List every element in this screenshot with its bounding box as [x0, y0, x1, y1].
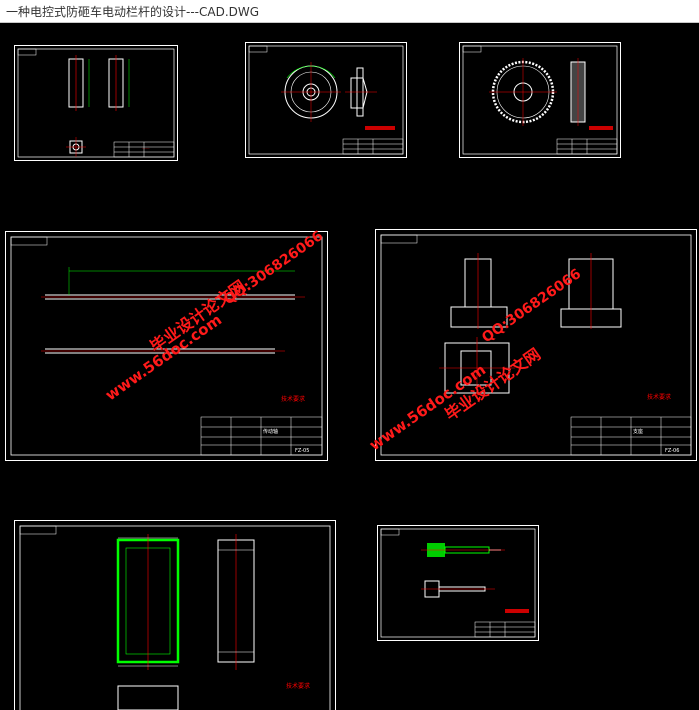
drawing-sheet-3[interactable]	[459, 42, 621, 158]
drawing-sheet-2[interactable]	[245, 42, 407, 158]
sheet-4-code: FZ-05	[295, 448, 309, 454]
drawing-sheet-6[interactable]: 技术要求	[14, 520, 336, 710]
sheet-4-drawing: 传动轴 FZ-05 技术要求	[5, 231, 328, 461]
sheet-5-tech-note: 技术要求	[647, 393, 671, 401]
sheet-6-drawing: 技术要求	[14, 520, 336, 710]
sheet-3-drawing	[459, 42, 621, 158]
sheet-4-tech-note: 技术要求	[281, 395, 305, 403]
window-title-bar: 一种电控式防砸车电动栏杆的设计---CAD.DWG	[0, 0, 699, 23]
drawing-sheet-5[interactable]: 支座 FZ-06 技术要求	[375, 229, 697, 461]
cad-drawing-canvas[interactable]: _____ 传动轴 FZ-05 技术要求 支座 FZ-06 技术要求 技术要求 …	[0, 23, 699, 710]
sheet-4-part-name: 传动轴	[263, 428, 278, 435]
sheet-5-part-name: 支座	[633, 428, 643, 435]
sheet-1-drawing: _____	[14, 45, 178, 161]
drawing-sheet-1[interactable]: _____	[14, 45, 178, 161]
sheet-5-code: FZ-06	[665, 448, 679, 454]
window-title: 一种电控式防砸车电动栏杆的设计---CAD.DWG	[6, 5, 260, 19]
drawing-sheet-4[interactable]: 传动轴 FZ-05 技术要求	[5, 231, 328, 461]
drawing-sheet-7[interactable]	[377, 525, 539, 641]
sheet-6-tech-note: 技术要求	[286, 682, 310, 690]
sheet-2-drawing	[245, 42, 407, 158]
sheet-5-drawing: 支座 FZ-06 技术要求	[375, 229, 697, 461]
sheet-7-drawing	[377, 525, 539, 641]
